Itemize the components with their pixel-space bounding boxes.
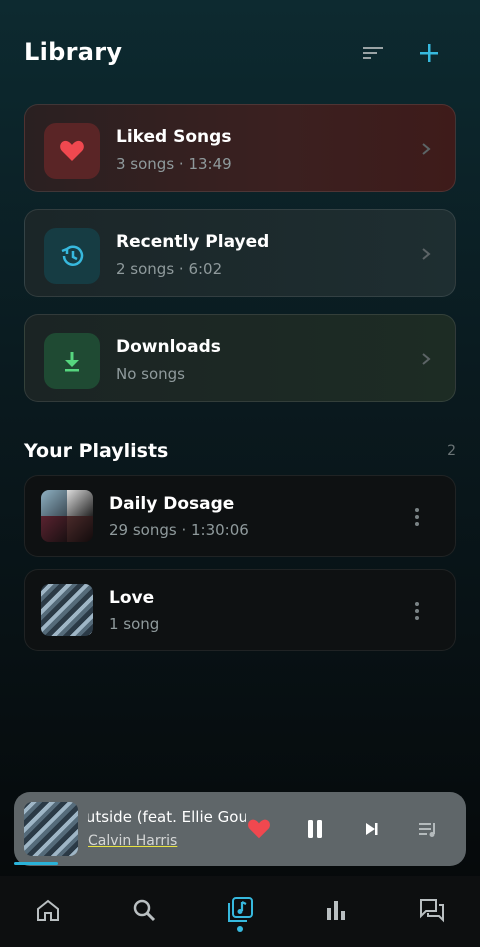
mini-player[interactable]: Outside (feat. Ellie Goulding) Calvin Ha… <box>14 792 466 866</box>
liked-songs-tile <box>44 123 100 179</box>
playlist-subtitle: 1 song <box>109 615 160 633</box>
chevron-right-icon <box>422 353 431 365</box>
chevron-right-icon <box>422 143 431 155</box>
card-title: Recently Played <box>116 232 270 252</box>
recently-played-tile <box>44 228 100 284</box>
heart-icon[interactable] <box>247 817 271 841</box>
playlist-item[interactable]: Daily Dosage 29 songs · 1:30:06 <box>24 475 456 557</box>
search-icon[interactable] <box>130 896 158 924</box>
sort-icon[interactable] <box>360 40 386 66</box>
active-tab-indicator <box>237 926 243 932</box>
playlist-title: Daily Dosage <box>109 494 235 514</box>
library-icon[interactable] <box>226 896 254 924</box>
section-title: Your Playlists <box>24 440 169 462</box>
chevron-right-icon <box>422 248 431 260</box>
queue-icon[interactable] <box>416 817 440 841</box>
card-subtitle: 2 songs · 6:02 <box>116 260 223 278</box>
card-title: Downloads <box>116 337 221 357</box>
card-title: Liked Songs <box>116 127 232 147</box>
download-icon <box>65 352 79 372</box>
skip-next-icon[interactable] <box>360 817 384 841</box>
now-playing-cover <box>24 802 78 856</box>
downloads-card[interactable]: Downloads No songs <box>24 314 456 402</box>
now-playing-title: Outside (feat. Ellie Goulding) <box>88 808 246 826</box>
page-title: Library <box>24 38 123 66</box>
liked-songs-card[interactable]: Liked Songs 3 songs · 13:49 <box>24 104 456 192</box>
playlist-count: 2 <box>447 443 456 459</box>
playlist-cover <box>41 584 93 636</box>
history-icon <box>61 245 84 266</box>
heart-icon <box>60 140 84 161</box>
now-playing-artist[interactable]: Calvin Harris <box>88 833 177 849</box>
home-icon[interactable] <box>34 896 62 924</box>
recently-played-card[interactable]: Recently Played 2 songs · 6:02 <box>24 209 456 297</box>
more-icon[interactable] <box>415 508 419 526</box>
playlist-item[interactable]: Love 1 song <box>24 569 456 651</box>
pause-icon[interactable] <box>303 817 327 841</box>
card-subtitle: 3 songs · 13:49 <box>116 155 232 173</box>
more-icon[interactable] <box>415 602 419 620</box>
stats-icon[interactable] <box>322 896 350 924</box>
bottom-nav <box>0 876 480 947</box>
playlist-subtitle: 29 songs · 1:30:06 <box>109 521 249 539</box>
chat-icon[interactable] <box>418 896 446 924</box>
playlist-cover <box>41 490 93 542</box>
card-subtitle: No songs <box>116 365 186 383</box>
playback-progress <box>14 862 58 865</box>
app-header: Library <box>0 0 480 110</box>
playlist-title: Love <box>109 588 155 608</box>
add-icon[interactable] <box>416 40 442 66</box>
downloads-tile <box>44 333 100 389</box>
now-playing-title-text: Outside (feat. Ellie Goulding) <box>88 808 246 826</box>
